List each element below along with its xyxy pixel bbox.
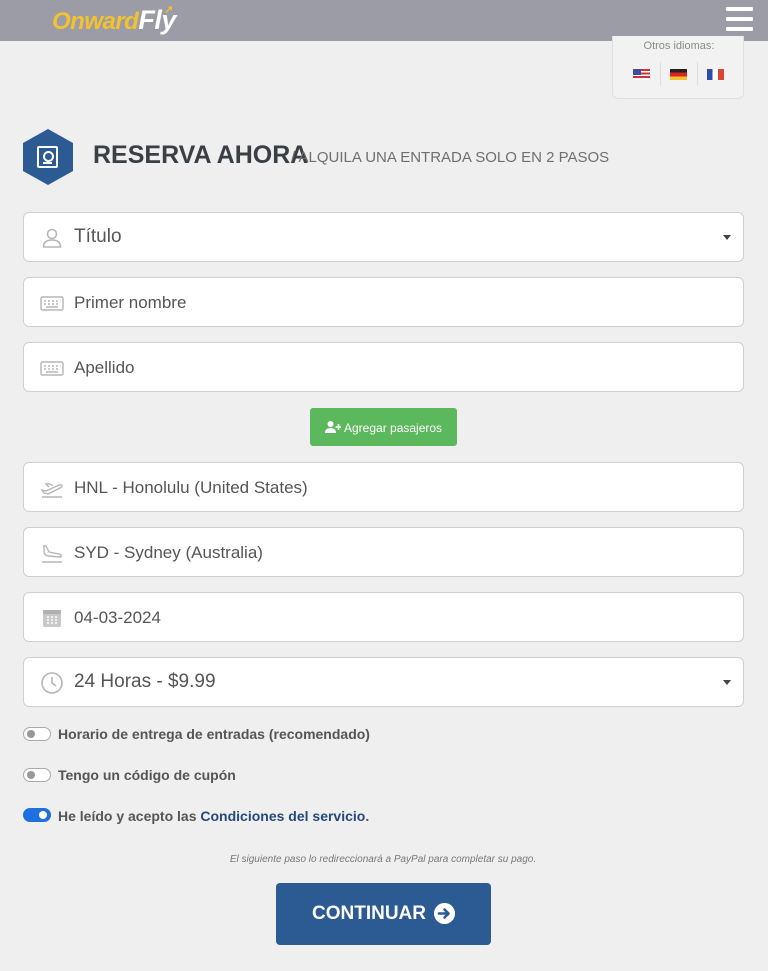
last-name-field[interactable]: Apellido	[23, 342, 744, 392]
language-selector: Otros idiomas:	[612, 36, 744, 99]
terms-suffix: .	[365, 808, 370, 824]
date-value: 04-03-2024	[74, 608, 161, 627]
passport-badge	[23, 129, 73, 185]
keyboard-icon	[40, 296, 64, 311]
delivery-time-toggle[interactable]	[23, 727, 51, 741]
origin-field[interactable]: HNL - Honolulu (United States)	[23, 462, 744, 512]
last-name-placeholder: Apellido	[74, 358, 135, 377]
user-icon	[42, 228, 62, 248]
onwardfly-logo[interactable]: OnwardFly ↗	[52, 4, 176, 36]
plan-select-value: 24 Horas - $9.99	[74, 671, 216, 692]
coupon-toggle[interactable]	[23, 768, 51, 782]
coupon-label: Tengo un código de cupón	[58, 767, 236, 783]
continue-button[interactable]: CONTINUAR	[276, 883, 491, 945]
destination-value: SYD - Sydney (Australia)	[74, 543, 263, 562]
us-flag-icon[interactable]	[633, 69, 650, 80]
fr-flag-icon[interactable]	[707, 69, 724, 80]
other-languages-label: Otros idiomas:	[643, 40, 715, 52]
first-name-field[interactable]: Primer nombre	[23, 277, 744, 327]
divider	[660, 62, 661, 86]
page-subtitle: / ALQUILA UNA ENTRADA SOLO EN 2 PASOS	[291, 149, 610, 166]
caret-down-icon	[723, 235, 731, 240]
terms-prefix: He leído y acepto las	[58, 808, 197, 824]
terms-toggle[interactable]	[23, 808, 51, 822]
de-flag-icon[interactable]	[670, 69, 687, 80]
plan-select[interactable]: 24 Horas - $9.99	[23, 657, 744, 707]
date-field[interactable]: 04-03-2024	[23, 592, 744, 642]
user-plus-icon	[325, 421, 341, 433]
plane-icon: ↗	[164, 4, 173, 16]
calendar-icon	[43, 610, 61, 627]
caret-down-icon	[723, 680, 731, 685]
terms-label: He leído y acepto las Condiciones del se…	[58, 808, 369, 824]
clock-icon	[41, 672, 63, 694]
page-title: RESERVA AHORA	[93, 141, 309, 169]
first-name-placeholder: Primer nombre	[74, 293, 187, 312]
destination-field[interactable]: SYD - Sydney (Australia)	[23, 527, 744, 577]
add-passengers-button[interactable]: Agregar pasajeros	[310, 408, 457, 446]
top-bar: OnwardFly ↗	[0, 0, 768, 41]
title-select-value: Título	[74, 226, 122, 247]
keyboard-icon	[40, 361, 64, 376]
menu-icon[interactable]	[726, 7, 753, 32]
add-passengers-label: Agregar pasajeros	[344, 421, 443, 435]
arrow-right-circle-icon	[434, 903, 455, 924]
continue-label: CONTINUAR	[312, 903, 426, 924]
logo-onward-text: Onward	[52, 8, 139, 35]
terms-link[interactable]: Condiciones del servicio	[200, 808, 365, 824]
passport-icon	[37, 146, 58, 168]
title-select[interactable]: Título	[23, 212, 744, 262]
delivery-time-label: Horario de entrega de entradas (recomend…	[58, 726, 370, 742]
plane-departure-icon	[40, 482, 63, 498]
divider	[697, 62, 698, 86]
origin-value: HNL - Honolulu (United States)	[74, 478, 308, 497]
paypal-note: El siguiente paso lo redireccionará a Pa…	[229, 854, 537, 865]
plane-arrival-icon	[42, 545, 62, 563]
